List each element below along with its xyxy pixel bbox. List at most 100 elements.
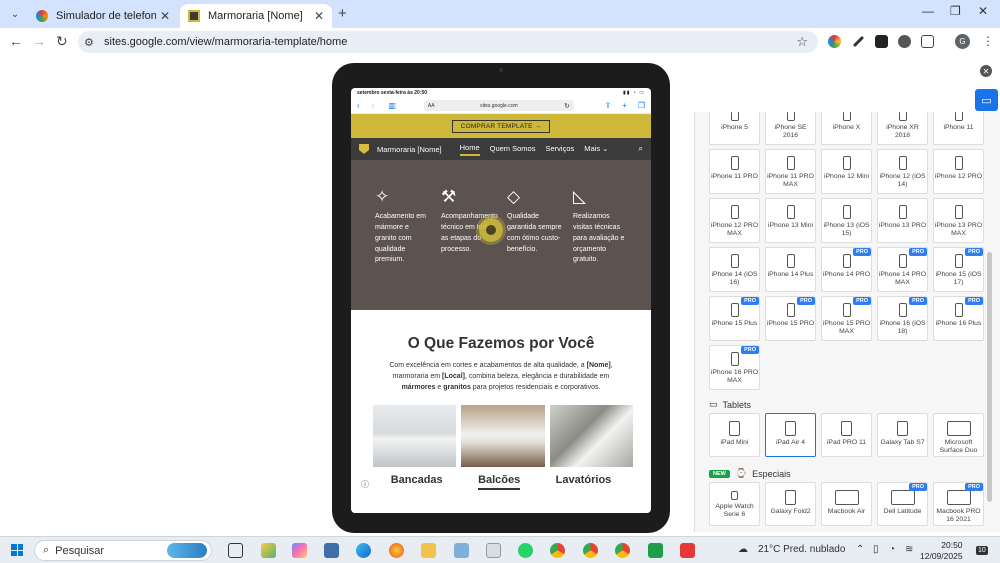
window-close-icon[interactable]: ✕	[978, 4, 988, 18]
site-brand[interactable]: Marmoraria [Nome]	[377, 145, 442, 154]
widgets-icon[interactable]	[261, 543, 276, 558]
chrome-icon[interactable]	[550, 543, 565, 558]
device-option[interactable]: iPhone 14 PRO MAX PRO	[877, 247, 928, 292]
safari-reload-icon[interactable]: ↻	[564, 102, 570, 110]
app-icon[interactable]	[454, 543, 469, 558]
device-option[interactable]: iPhone 16 PRO MAX PRO	[709, 345, 760, 390]
device-option[interactable]: iPhone 5	[709, 112, 760, 145]
device-option[interactable]: iPhone 12 (iOS 14)	[877, 149, 928, 194]
new-tab-icon[interactable]: +	[338, 5, 347, 22]
add-tab-icon[interactable]: +	[622, 101, 627, 110]
bookmark-star-icon[interactable]: ☆	[796, 34, 808, 50]
category-bancadas[interactable]: Bancadas	[391, 474, 443, 490]
whatsapp-icon[interactable]	[518, 543, 533, 558]
weather-icon[interactable]: ☁	[738, 544, 748, 555]
red-app-icon[interactable]	[680, 543, 695, 558]
back-icon[interactable]: ←	[9, 33, 23, 49]
device-option[interactable]: iPhone 11 PRO	[709, 149, 760, 194]
extension-icon[interactable]	[898, 35, 911, 48]
minimize-icon[interactable]: —	[922, 4, 934, 18]
tray-chevron-icon[interactable]: ⌃	[856, 544, 864, 555]
puzzle-icon[interactable]	[921, 35, 934, 48]
nav-servicos[interactable]: Serviços	[545, 144, 574, 155]
device-option[interactable]: iPhone 11	[933, 112, 984, 145]
network-icon[interactable]: ◔	[889, 544, 895, 555]
wifi-icon[interactable]: ≋	[905, 544, 913, 555]
device-option[interactable]: iPhone 15 PRO MAX PRO	[821, 296, 872, 341]
device-option[interactable]: iPhone 13 PRO	[877, 198, 928, 243]
device-option[interactable]: iPhone 12 PRO	[933, 149, 984, 194]
device-screen[interactable]: setembro sexta-feira às 20:50 ▮▮ ◔ ▭ ‹ ›…	[351, 88, 651, 513]
share-icon[interactable]: ⇪	[604, 101, 611, 110]
device-option[interactable]: iPhone 11 PRO MAX	[765, 149, 816, 194]
profile-avatar[interactable]: G	[955, 34, 970, 49]
green-app-icon[interactable]	[648, 543, 663, 558]
panel-scrollbar[interactable]	[987, 252, 992, 502]
sidebar-icon[interactable]: ▥	[388, 101, 396, 110]
font-extension-icon[interactable]	[875, 35, 888, 48]
tab-search-button[interactable]: ⌄	[6, 5, 24, 23]
device-option[interactable]: iPhone 12 Mini	[821, 149, 872, 194]
device-option[interactable]: Dell Latitude PRO	[877, 482, 928, 526]
safari-address-bar[interactable]: AA sites.google.com ↻	[423, 100, 574, 111]
device-option[interactable]: iPhone 15 Plus PRO	[709, 296, 760, 341]
device-panel-toggle-icon[interactable]: ▭	[975, 89, 998, 111]
device-option[interactable]: iPhone 13 PRO MAX	[933, 198, 984, 243]
device-option[interactable]: Galaxy Fold2	[765, 482, 816, 526]
notification-count[interactable]: 10	[976, 546, 988, 555]
firefox-icon[interactable]	[389, 543, 404, 558]
device-option[interactable]: iPad Mini	[709, 413, 760, 457]
site-settings-icon[interactable]: ⚙	[84, 36, 98, 49]
mail-icon[interactable]	[486, 543, 501, 558]
device-option[interactable]: iPad PRO 11	[821, 413, 872, 457]
tab-marmoraria[interactable]: Marmoraria [Nome] ✕	[180, 4, 332, 28]
copilot-icon[interactable]	[292, 543, 307, 558]
close-simulator-icon[interactable]: ✕	[980, 65, 992, 77]
device-option[interactable]: iPhone 16 (iOS 18) PRO	[877, 296, 928, 341]
device-option[interactable]: Microsoft Surface Duo	[933, 413, 984, 457]
close-tab-icon[interactable]: ✕	[314, 9, 324, 23]
task-view-icon[interactable]	[228, 543, 243, 558]
kitchen-photo[interactable]	[373, 405, 457, 467]
chrome-profile-icon[interactable]	[583, 543, 598, 558]
device-option[interactable]: iPhone SE 2016	[765, 112, 816, 145]
file-explorer-icon[interactable]	[421, 543, 436, 558]
device-option[interactable]: iPhone 13 Mini	[765, 198, 816, 243]
reload-icon[interactable]: ↻	[56, 33, 68, 50]
device-option[interactable]: iPhone 13 (iOS 15)	[821, 198, 872, 243]
device-option[interactable]: iPhone 14 PRO PRO	[821, 247, 872, 292]
extension-color-icon[interactable]	[828, 35, 841, 48]
device-option[interactable]: iPhone XR 2018	[877, 112, 928, 145]
camera-app-icon[interactable]	[324, 543, 339, 558]
bathroom-photo[interactable]	[549, 405, 633, 467]
device-option[interactable]: iPhone X	[821, 112, 872, 145]
category-balcoes[interactable]: Balcões	[478, 474, 521, 490]
eyedropper-icon[interactable]	[852, 35, 865, 48]
buy-template-button[interactable]: COMPRAR TEMPLATE →	[451, 119, 551, 133]
counter-photo[interactable]	[461, 405, 545, 467]
site-search-icon[interactable]: ⌕	[639, 144, 643, 154]
clock[interactable]: 20:50 12/09/2025	[920, 540, 963, 561]
restore-icon[interactable]: ❐	[950, 4, 961, 18]
nav-quem-somos[interactable]: Quem Somos	[490, 144, 536, 155]
edge-icon[interactable]	[356, 543, 371, 558]
battery-icon[interactable]: ▯	[873, 544, 879, 555]
taskbar-search[interactable]: ⌕ Pesquisar	[34, 540, 212, 561]
close-tab-icon[interactable]: ✕	[160, 9, 170, 23]
device-option[interactable]: Galaxy Tab S7	[877, 413, 928, 457]
weather-text[interactable]: 21°C Pred. nublado	[758, 544, 845, 555]
device-option[interactable]: Apple Watch Serie 6	[709, 482, 760, 526]
nav-home[interactable]: Home	[459, 143, 480, 156]
forward-icon[interactable]: →	[32, 33, 46, 49]
address-bar[interactable]: ⚙ sites.google.com/view/marmoraria-templ…	[78, 31, 818, 53]
tab-simulador[interactable]: Simulador de telefone móvel - ✕	[28, 4, 178, 28]
device-option[interactable]: iPhone 15 PRO PRO	[765, 296, 816, 341]
device-option[interactable]: iPad Air 4	[765, 413, 816, 457]
back-chevron-icon[interactable]: ‹	[357, 101, 360, 110]
device-option[interactable]: iPhone 15 (iOS 17) PRO	[933, 247, 984, 292]
category-lavatorios[interactable]: Lavatórios	[556, 474, 612, 490]
device-option[interactable]: iPhone 14 Plus	[765, 247, 816, 292]
tabs-overview-icon[interactable]: ❐	[638, 101, 645, 110]
forward-chevron-icon[interactable]: ›	[372, 101, 375, 110]
nav-mais[interactable]: Mais ⌄	[584, 144, 608, 155]
